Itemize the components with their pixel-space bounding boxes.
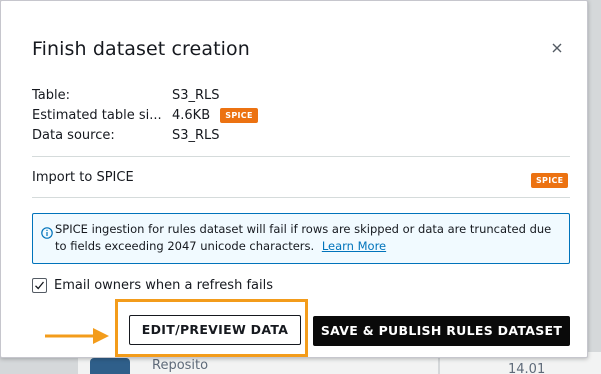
import-spice-badge: SPICE xyxy=(531,170,569,189)
email-owners-label: Email owners when a refresh fails xyxy=(54,278,273,293)
info-label-estimated-size: Estimated table si... xyxy=(32,108,162,123)
estimated-size-value: 4.6KB xyxy=(172,108,211,123)
spice-badge: SPICE xyxy=(220,108,258,123)
info-alert: SPICE ingestion for rules dataset will f… xyxy=(32,213,570,264)
finish-dataset-modal: Finish dataset creation Table: S3_RLS Es… xyxy=(0,0,588,358)
save-publish-rules-dataset-button[interactable]: SAVE & PUBLISH RULES DATASET xyxy=(313,316,570,346)
close-icon[interactable] xyxy=(550,41,564,55)
email-owners-checkbox[interactable] xyxy=(32,278,47,293)
divider-top xyxy=(32,156,570,157)
info-label-table: Table: xyxy=(32,88,70,103)
spice-badge: SPICE xyxy=(531,173,569,188)
background-partial-text: Reposito xyxy=(152,358,209,373)
info-icon xyxy=(41,224,53,239)
info-value-estimated-size: 4.6KB SPICE xyxy=(172,107,258,125)
check-icon xyxy=(35,281,45,290)
info-value-data-source: S3_RLS xyxy=(172,128,220,143)
divider-bottom xyxy=(32,197,570,198)
alert-message: SPICE ingestion for rules dataset will f… xyxy=(55,221,565,255)
modal-title: Finish dataset creation xyxy=(32,38,250,60)
edit-preview-data-button[interactable]: EDIT/PREVIEW DATA xyxy=(129,315,301,345)
info-value-table: S3_RLS xyxy=(172,88,220,103)
alert-text: SPICE ingestion for rules dataset will f… xyxy=(55,222,552,253)
info-label-data-source: Data source: xyxy=(32,128,115,143)
arrow-right-icon xyxy=(43,326,113,346)
import-to-spice-label: Import to SPICE xyxy=(32,170,134,185)
learn-more-link[interactable]: Learn More xyxy=(322,239,386,253)
background-partial-number: 14.01 xyxy=(508,362,546,374)
background-thumbnail xyxy=(90,358,130,374)
